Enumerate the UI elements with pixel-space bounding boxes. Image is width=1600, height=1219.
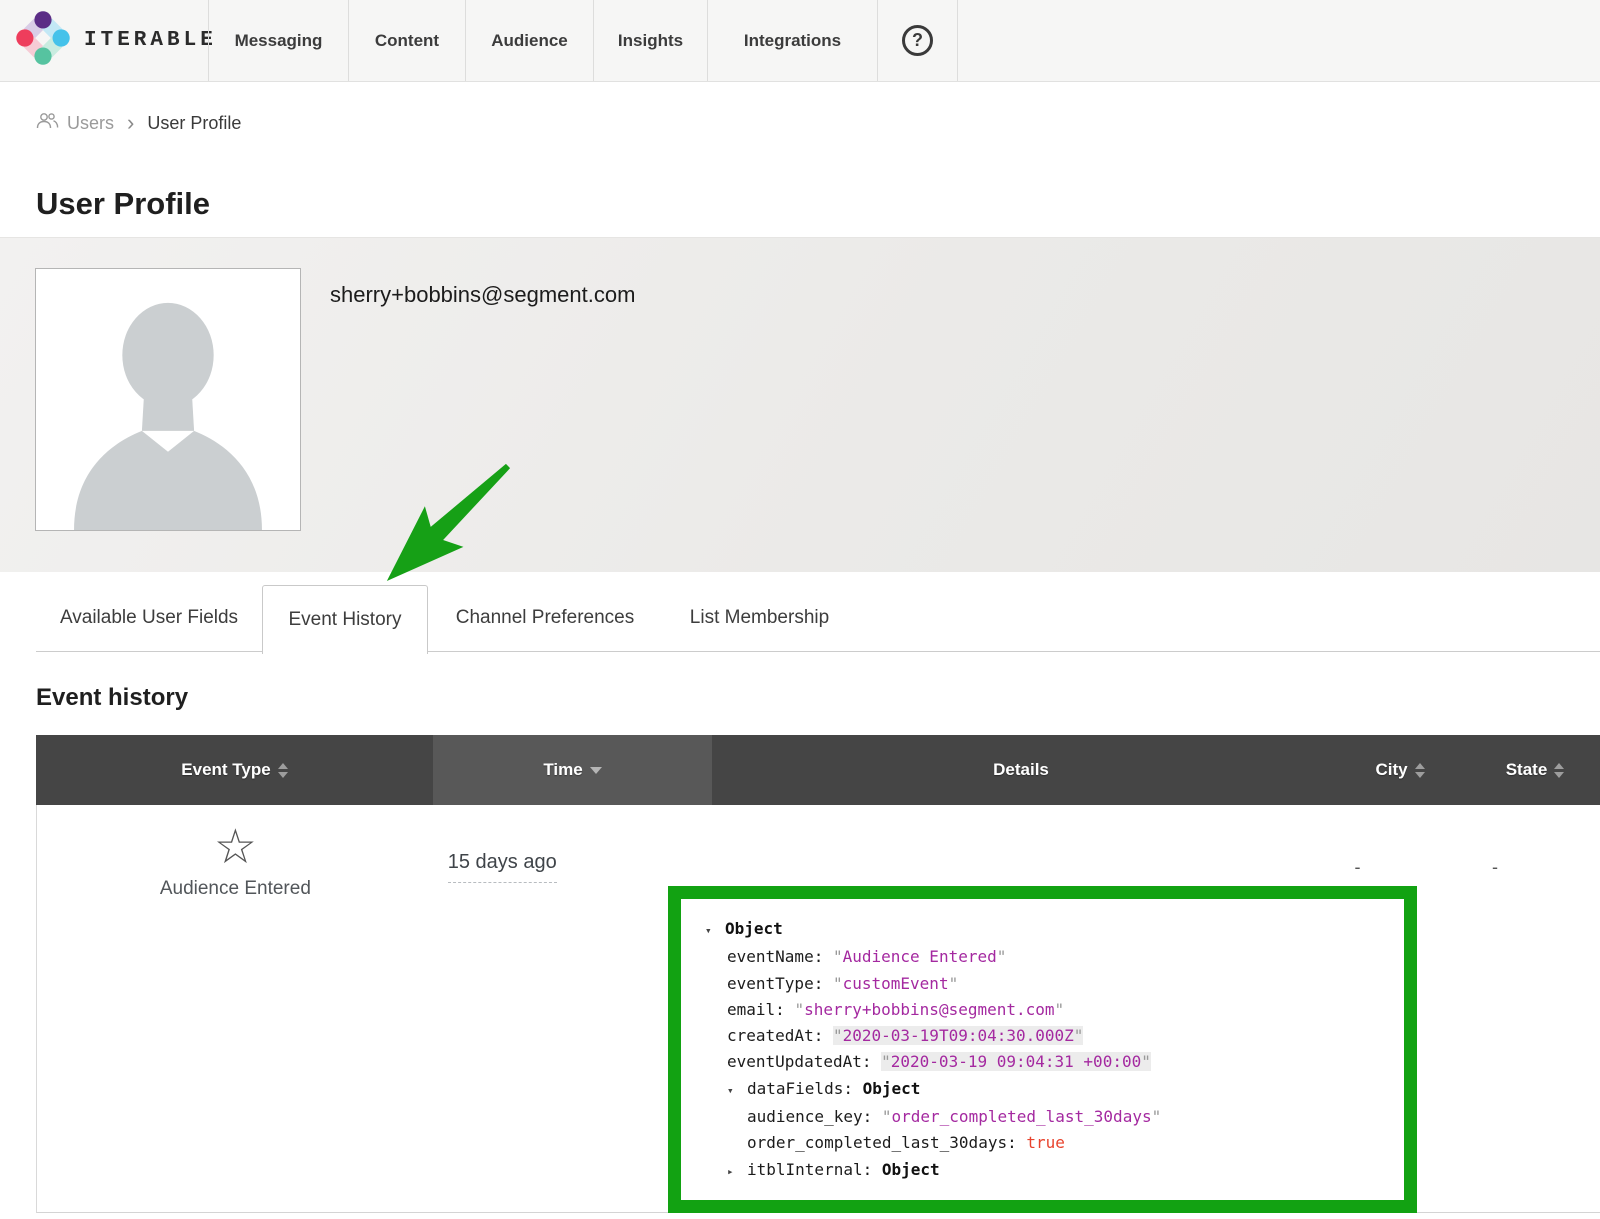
users-icon [36,112,59,134]
relative-time[interactable]: 15 days ago [448,851,557,883]
tab-available-user-fields[interactable]: Available User Fields [36,585,262,651]
json-key: eventUpdatedAt: [727,1052,881,1071]
iterable-logo-icon [14,9,72,72]
column-header-time[interactable]: Time [433,735,712,805]
top-nav: ITERABLE Messaging Content Audience Insi… [0,0,1600,82]
json-key: eventType: [727,974,833,993]
profile-tabs: Available User Fields Event History Chan… [0,585,1600,655]
json-string-value: "2020-03-19 09:04:31 +00:00" [881,1052,1151,1071]
help-icon: ? [902,25,933,56]
json-line: audience_key: "order_completed_last_30da… [705,1104,1404,1130]
json-key: audience_key: [747,1107,882,1126]
json-string-value: "customEvent" [833,974,958,993]
json-key: order_completed_last_30days: [747,1133,1026,1152]
section-heading: Event history [36,684,188,712]
sort-desc-icon [590,767,602,774]
nav-item-audience[interactable]: Audience [465,0,593,81]
avatar [35,268,301,531]
page-title: User Profile [36,186,210,222]
help-button[interactable]: ? [877,0,958,81]
collapse-toggle-icon[interactable]: ▾ [727,1078,747,1104]
tab-list-membership[interactable]: List Membership [672,585,847,651]
json-key: eventName: [727,947,833,966]
star-outline-icon[interactable]: ☆ [214,821,257,874]
json-line: order_completed_last_30days: true [705,1130,1404,1156]
column-header-city[interactable]: City [1330,735,1470,805]
json-tree: ▾ObjecteventName: "Audience Entered"even… [681,899,1404,1185]
json-key: dataFields: [747,1079,863,1098]
json-key: createdAt: [727,1026,833,1045]
cell-state: - [1470,805,1600,1212]
json-line: ▾Object [705,916,1404,944]
json-line: createdAt: "2020-03-19T09:04:30.000Z" [705,1023,1404,1049]
sort-icon [278,763,288,778]
column-label: City [1375,760,1407,780]
json-string-value: "order_completed_last_30days" [882,1107,1161,1126]
sort-icon [1554,763,1564,778]
profile-header: sherry+bobbins@segment.com [0,237,1600,572]
nav-item-insights[interactable]: Insights [593,0,707,81]
json-bool-value: true [1026,1133,1065,1152]
json-object-label: Object [863,1079,921,1098]
breadcrumb-current: User Profile [147,113,241,134]
collapse-toggle-icon[interactable]: ▾ [705,918,725,944]
breadcrumb-users-label: Users [67,113,114,134]
event-table-header: Event Type Time Details City State [36,735,1600,805]
nav-item-content[interactable]: Content [348,0,465,81]
iterable-logo[interactable]: ITERABLE [0,0,208,81]
json-key: email: [727,1000,794,1019]
avatar-silhouette-icon [36,269,300,530]
column-label: State [1506,760,1548,780]
json-line: eventUpdatedAt: "2020-03-19 09:04:31 +00… [705,1049,1404,1075]
user-email: sherry+bobbins@segment.com [330,282,635,308]
json-line: eventType: "customEvent" [705,971,1404,997]
annotation-highlight-box: ▾ObjecteventName: "Audience Entered"even… [668,886,1417,1213]
json-string-value: "Audience Entered" [833,947,1006,966]
brand-wordmark: ITERABLE [84,29,217,52]
json-key: itblInternal: [747,1160,882,1179]
tab-event-history[interactable]: Event History [262,585,428,654]
json-line: ▸itblInternal: Object [705,1157,1404,1185]
json-object-label: Object [725,919,783,938]
column-header-event-type[interactable]: Event Type [36,735,433,805]
json-string-value: "2020-03-19T09:04:30.000Z" [833,1026,1083,1045]
chevron-right-icon: › [127,112,134,134]
json-object-label: Object [882,1160,940,1179]
cell-event-type: ☆ Audience Entered [37,805,434,1212]
column-header-details[interactable]: Details [712,735,1330,805]
expand-toggle-icon[interactable]: ▸ [727,1159,747,1185]
breadcrumb: Users › User Profile [36,112,241,134]
json-line: ▾dataFields: Object [705,1076,1404,1104]
event-type-label: Audience Entered [160,878,311,900]
json-line: eventName: "Audience Entered" [705,944,1404,970]
column-label: Details [993,760,1049,780]
column-header-state[interactable]: State [1470,735,1600,805]
column-label: Time [543,760,582,780]
breadcrumb-users-link[interactable]: Users [36,112,114,134]
column-label: Event Type [181,760,270,780]
json-line: email: "sherry+bobbins@segment.com" [705,997,1404,1023]
nav-item-integrations[interactable]: Integrations [707,0,877,81]
tab-channel-preferences[interactable]: Channel Preferences [445,585,645,651]
sort-icon [1415,763,1425,778]
json-string-value: "sherry+bobbins@segment.com" [794,1000,1064,1019]
nav-item-messaging[interactable]: Messaging [208,0,348,81]
